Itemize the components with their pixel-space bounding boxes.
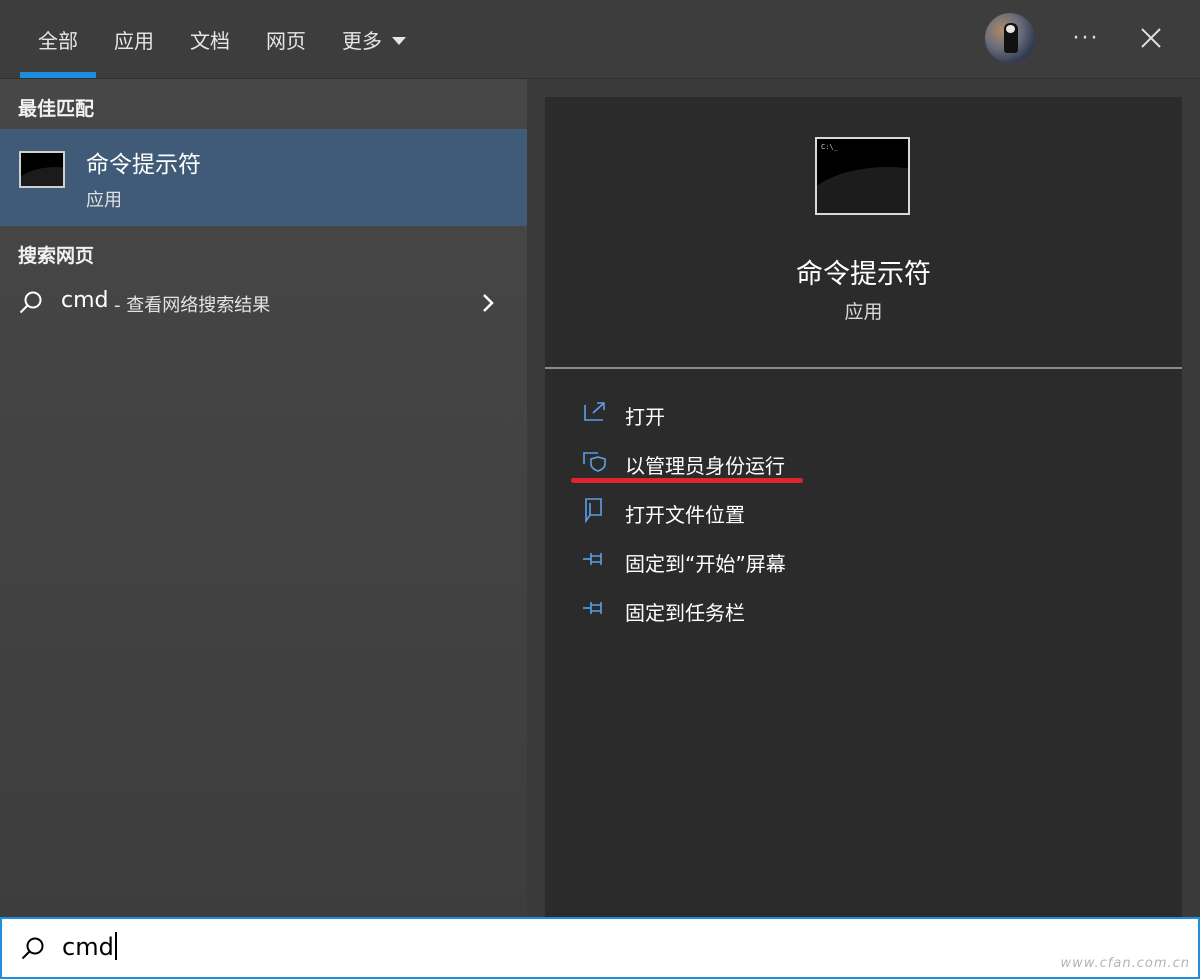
tab-web[interactable]: 网页	[248, 0, 324, 78]
web-search-heading: 搜索网页	[18, 245, 95, 267]
tab-documents[interactable]: 文档	[172, 0, 248, 78]
tab-more[interactable]: 更多	[324, 0, 424, 78]
best-match-type: 应用	[86, 190, 122, 211]
action-open[interactable]: 打开	[581, 393, 1141, 433]
divider	[545, 367, 1182, 369]
command-prompt-large-icon: C:\_	[815, 137, 910, 215]
action-open-file-location[interactable]: 打开文件位置	[581, 491, 1141, 531]
more-options-button[interactable]: ···	[1066, 22, 1106, 54]
detail-header: C:\_ 命令提示符 应用	[545, 97, 1182, 367]
tab-all[interactable]: 全部	[20, 0, 96, 78]
action-pin-to-start[interactable]: 固定到“开始”屏幕	[581, 540, 1141, 580]
action-label: 以管理员身份运行	[625, 454, 785, 478]
best-match-item[interactable]: 命令提示符 应用	[0, 129, 527, 226]
results-panel: 最佳匹配 命令提示符 应用 搜索网页 cmd - 查看网络搜索结果	[0, 79, 527, 917]
detail-panel: C:\_ 命令提示符 应用 打开 以管理员身份运行 打开文件位置 固定到“开始”…	[545, 97, 1182, 917]
filter-tabs: 全部 应用 文档 网页 更多	[20, 0, 424, 78]
action-label: 打开	[625, 405, 665, 429]
run-as-admin-icon	[583, 452, 606, 472]
top-bar: 全部 应用 文档 网页 更多 ···	[0, 0, 1200, 79]
close-icon[interactable]	[1137, 24, 1165, 52]
web-search-query: cmd	[61, 288, 109, 313]
ellipsis-icon: ···	[1072, 25, 1100, 51]
detail-app-name: 命令提示符	[796, 259, 931, 290]
chevron-down-icon	[392, 36, 406, 45]
command-prompt-icon	[19, 151, 65, 188]
file-location-icon	[585, 498, 602, 523]
text-cursor	[114, 932, 117, 960]
watermark: www.cfan.com.cn	[1060, 956, 1190, 971]
action-label: 固定到“开始”屏幕	[625, 552, 786, 576]
detail-app-type: 应用	[844, 301, 883, 323]
action-pin-to-taskbar[interactable]: 固定到任务栏	[581, 589, 1141, 629]
action-label: 打开文件位置	[625, 503, 745, 527]
search-icon	[21, 937, 44, 960]
chevron-right-icon[interactable]	[480, 291, 496, 315]
search-input[interactable]: cmd	[62, 932, 117, 961]
avatar[interactable]	[985, 13, 1035, 63]
pin-icon	[583, 602, 602, 614]
search-icon	[19, 291, 42, 314]
search-bar[interactable]: cmd www.cfan.com.cn	[0, 917, 1200, 979]
web-search-suffix: - 查看网络搜索结果	[114, 295, 271, 316]
action-run-as-admin[interactable]: 以管理员身份运行	[581, 442, 1141, 482]
best-match-name: 命令提示符	[86, 152, 201, 178]
action-label: 固定到任务栏	[625, 601, 745, 625]
pin-icon	[583, 553, 602, 565]
open-icon	[584, 402, 605, 421]
highlight-underline	[571, 478, 803, 483]
tab-apps[interactable]: 应用	[96, 0, 172, 78]
web-search-result[interactable]: cmd - 查看网络搜索结果	[0, 277, 527, 329]
best-match-heading: 最佳匹配	[18, 98, 95, 120]
